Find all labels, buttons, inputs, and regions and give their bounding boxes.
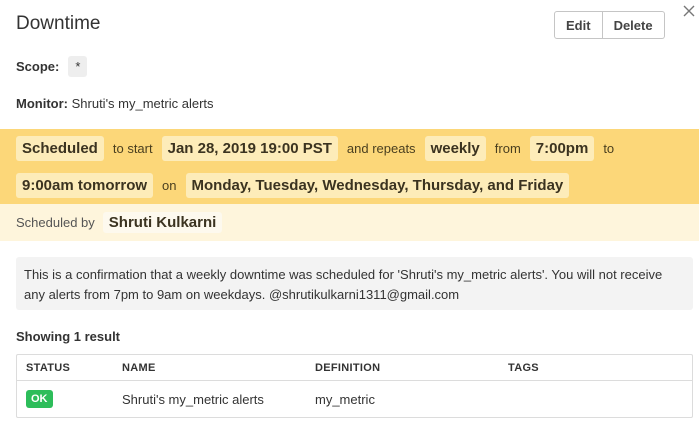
to-start-text: to start: [112, 141, 153, 156]
to-text: to: [603, 141, 615, 156]
close-icon[interactable]: [679, 0, 699, 22]
start-time-chip: Jan 28, 2019 19:00 PST: [161, 136, 338, 161]
scheduled-by-name: Shruti Kulkarni: [102, 212, 223, 233]
scope-row: Scope: *: [16, 56, 88, 77]
results-count: Showing 1 result: [16, 329, 121, 344]
column-header-tags[interactable]: TAGS: [508, 362, 539, 374]
column-header-definition[interactable]: DEFINITION: [315, 362, 380, 374]
on-text: on: [162, 178, 177, 193]
to-time-chip: 9:00am tomorrow: [16, 173, 154, 198]
status-chip: Scheduled: [16, 136, 104, 161]
column-header-status[interactable]: STATUS: [26, 362, 70, 374]
scope-label: Scope:: [16, 59, 60, 74]
monitor-row: Monitor: Shruti's my_metric alerts: [16, 96, 214, 111]
schedule-line-2: 9:00am tomorrow on Monday, Tuesday, Wedn…: [16, 173, 570, 198]
monitor-value: Shruti's my_metric alerts: [71, 96, 214, 111]
scope-value: *: [68, 56, 88, 77]
recurrence-chip: weekly: [424, 136, 486, 161]
delete-button[interactable]: Delete: [602, 11, 665, 39]
header-actions: Edit Delete: [554, 11, 665, 39]
edit-button[interactable]: Edit: [554, 11, 603, 39]
row-name[interactable]: Shruti's my_metric alerts: [122, 392, 264, 407]
column-header-name[interactable]: NAME: [122, 362, 156, 374]
days-chip: Monday, Tuesday, Wednesday, Thursday, an…: [185, 173, 570, 198]
monitor-table: STATUS NAME DEFINITION TAGS OK Shruti's …: [16, 354, 693, 418]
table-row[interactable]: OK Shruti's my_metric alerts my_metric: [17, 382, 692, 417]
monitor-label: Monitor:: [16, 96, 68, 111]
from-text: from: [494, 141, 521, 156]
from-time-chip: 7:00pm: [529, 136, 595, 161]
confirmation-message: This is a confirmation that a weekly dow…: [16, 257, 693, 310]
row-definition: my_metric: [315, 392, 375, 407]
scheduled-by-label: Scheduled by: [16, 215, 95, 230]
status-badge: OK: [26, 390, 53, 408]
table-header: STATUS NAME DEFINITION TAGS: [17, 355, 692, 381]
downtime-title: Downtime: [16, 13, 101, 34]
scheduled-by-banner: Scheduled by Shruti Kulkarni: [0, 204, 699, 241]
schedule-line-1: Scheduled to start Jan 28, 2019 19:00 PS…: [16, 136, 623, 161]
and-repeats-text: and repeats: [346, 141, 416, 156]
